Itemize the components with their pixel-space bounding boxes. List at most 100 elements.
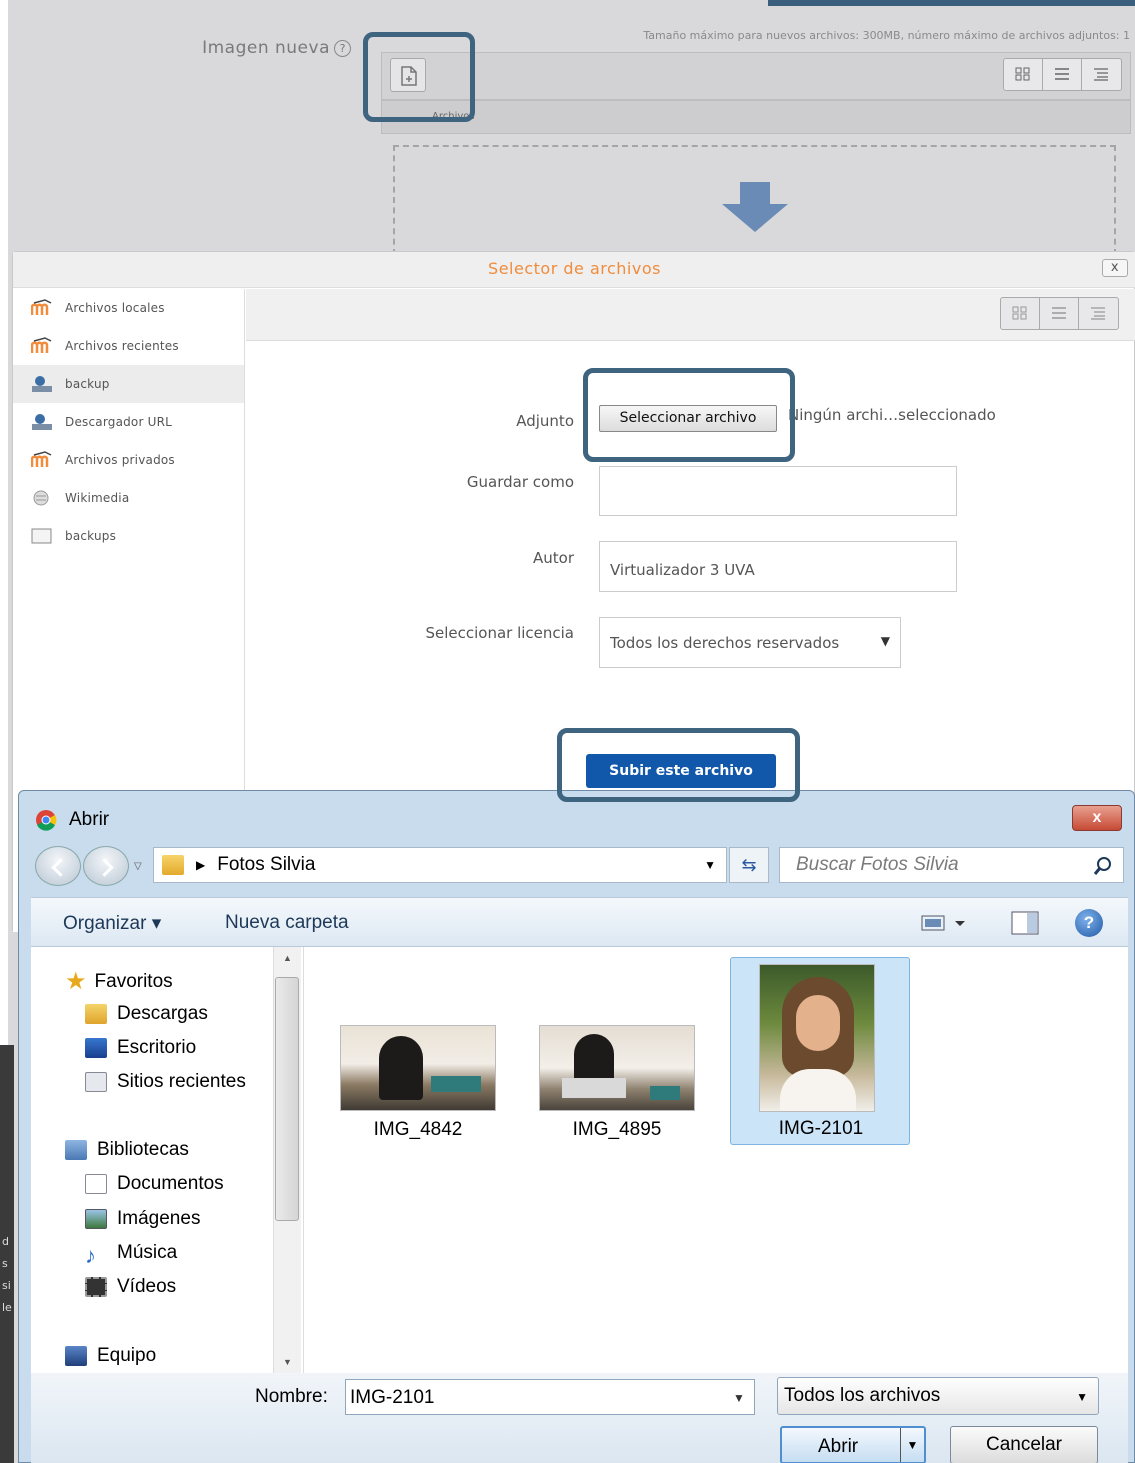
license-select[interactable]: Todos los derechos reservados ▼ [599, 617, 901, 668]
command-bar: Organizar ▾ Nueva carpeta ? [31, 897, 1128, 947]
repo-label: Wikimedia [65, 491, 130, 505]
forward-button[interactable] [83, 846, 129, 886]
recent-locations-dropdown[interactable]: ▽ [134, 861, 142, 872]
scroll-up-icon[interactable]: ▲ [283, 953, 292, 963]
nav-images[interactable]: Imágenes [85, 1208, 200, 1230]
list-icon [1055, 68, 1069, 80]
file-item[interactable]: IMG_4842 [338, 1025, 498, 1147]
file-item[interactable]: IMG_4895 [537, 1025, 697, 1147]
search-icon [1093, 857, 1111, 875]
address-bar[interactable]: ▶ Fotos Silvia ▼ [153, 847, 727, 883]
moodle-icon [30, 451, 53, 469]
chevron-down-icon[interactable]: ▼ [704, 858, 716, 872]
tree-view-button[interactable] [1082, 59, 1121, 90]
nav-scroll-thumb[interactable] [275, 977, 299, 1221]
repo-label: Archivos privados [65, 453, 175, 467]
top-accent-bar [768, 0, 1135, 6]
list-view-button[interactable] [1040, 298, 1079, 329]
nav-videos[interactable]: Vídeos [85, 1276, 176, 1298]
author-input[interactable]: Virtualizador 3 UVA [599, 541, 957, 592]
moodle-icon [30, 299, 53, 317]
dark-side-panel: d s si le [0, 1045, 14, 1463]
open-button[interactable]: Abrir ▼ [780, 1426, 926, 1463]
repo-descargador-url[interactable]: Descargador URL [13, 403, 244, 441]
add-file-button[interactable] [390, 58, 426, 92]
dialog-close-button[interactable]: x [1072, 805, 1122, 831]
file-name: IMG_4842 [373, 1119, 463, 1140]
view-options-icon[interactable] [921, 914, 969, 932]
license-label: Seleccionar licencia [425, 624, 574, 642]
choose-file-button[interactable]: Seleccionar archivo [599, 405, 777, 432]
nav-label: Favoritos [94, 970, 173, 992]
scroll-down-icon[interactable]: ▼ [283, 1357, 292, 1367]
desktop-icon [85, 1038, 107, 1058]
star-icon: ★ [65, 968, 87, 995]
repo-archivos-recientes[interactable]: Archivos recientes [13, 327, 244, 365]
nav-label: Equipo [97, 1345, 157, 1366]
repo-archivos-locales[interactable]: Archivos locales [13, 289, 244, 327]
chevron-down-icon: ▼ [1076, 1390, 1088, 1404]
chrome-icon [36, 810, 57, 831]
folder-icon [31, 527, 53, 545]
file-list: IMG_4842 IMG_4895 IMG-2101 [303, 947, 1128, 1373]
file-thumbnail [340, 1025, 496, 1111]
organize-button[interactable]: Organizar ▾ [63, 912, 161, 935]
grid-icon [1015, 67, 1030, 81]
nav-music[interactable]: ♪ Música [85, 1242, 177, 1268]
refresh-button[interactable]: ⇆ [729, 847, 769, 883]
cancel-button[interactable]: Cancelar [950, 1426, 1098, 1463]
file-thumbnail [759, 964, 875, 1112]
nav-computer[interactable]: Equipo [65, 1345, 156, 1367]
list-icon [1052, 307, 1066, 319]
repo-label: Archivos recientes [65, 339, 179, 353]
repo-archivos-privados[interactable]: Archivos privados [13, 441, 244, 479]
icon-view-button[interactable] [1004, 59, 1043, 90]
file-type-select[interactable]: Todos los archivos ▼ [777, 1377, 1099, 1415]
save-as-input[interactable] [599, 466, 957, 516]
back-button[interactable] [35, 846, 81, 886]
libraries-icon [65, 1140, 87, 1160]
repo-backup[interactable]: backup [13, 365, 244, 403]
nav-label: Imágenes [117, 1208, 201, 1229]
drop-arrow-icon [722, 182, 788, 232]
nav-label: Bibliotecas [97, 1139, 189, 1160]
nav-recent[interactable]: Sitios recientes [85, 1071, 246, 1093]
attachment-label: Adjunto [516, 412, 574, 430]
documents-icon [85, 1174, 107, 1194]
upload-file-button[interactable]: Subir este archivo [586, 754, 776, 788]
nav-downloads[interactable]: Descargas [85, 1003, 208, 1025]
nav-label: Escritorio [117, 1037, 197, 1058]
repo-label: Descargador URL [65, 415, 173, 429]
moodle-icon [30, 337, 53, 355]
open-options-chevron-icon[interactable]: ▼ [900, 1428, 924, 1462]
repo-wikimedia[interactable]: Wikimedia [13, 479, 244, 517]
chevron-down-icon[interactable]: ▼ [733, 1391, 745, 1405]
list-view-button[interactable] [1043, 59, 1082, 90]
open-button-label: Abrir [818, 1436, 859, 1457]
file-name: IMG-2101 [778, 1118, 864, 1139]
nav-documents[interactable]: Documentos [85, 1173, 224, 1195]
filemanager-path: Archivos [381, 100, 1131, 134]
tree-view-button[interactable] [1079, 298, 1118, 329]
side-text: s [2, 1257, 8, 1270]
form-field-label: Imagen nueva [202, 38, 330, 58]
search-input[interactable]: Buscar Fotos Silvia [779, 847, 1124, 883]
nav-desktop[interactable]: Escritorio [85, 1037, 196, 1059]
file-item-selected[interactable]: IMG-2101 [730, 957, 910, 1145]
backup-icon [31, 413, 53, 431]
icon-view-button[interactable] [1001, 298, 1040, 329]
nav-favorites[interactable]: ★ Favoritos [65, 967, 173, 996]
folder-icon [162, 855, 184, 875]
filename-label: Nombre: [255, 1386, 328, 1407]
breadcrumb-arrow-icon: ▶ [196, 858, 206, 872]
filename-input[interactable]: IMG-2101 [345, 1379, 755, 1415]
navigation-pane: ★ Favoritos Descargas Escritorio Sitios r… [31, 947, 301, 1373]
address-text: Fotos Silvia [217, 854, 316, 875]
help-icon[interactable]: ? [1075, 909, 1103, 937]
repo-backups[interactable]: backups [13, 517, 244, 555]
nav-libraries[interactable]: Bibliotecas [65, 1139, 189, 1161]
help-icon[interactable]: ? [334, 40, 351, 57]
file-picker-close-button[interactable]: x [1102, 259, 1128, 277]
new-folder-button[interactable]: Nueva carpeta [225, 912, 349, 934]
preview-pane-icon[interactable] [1011, 911, 1039, 935]
